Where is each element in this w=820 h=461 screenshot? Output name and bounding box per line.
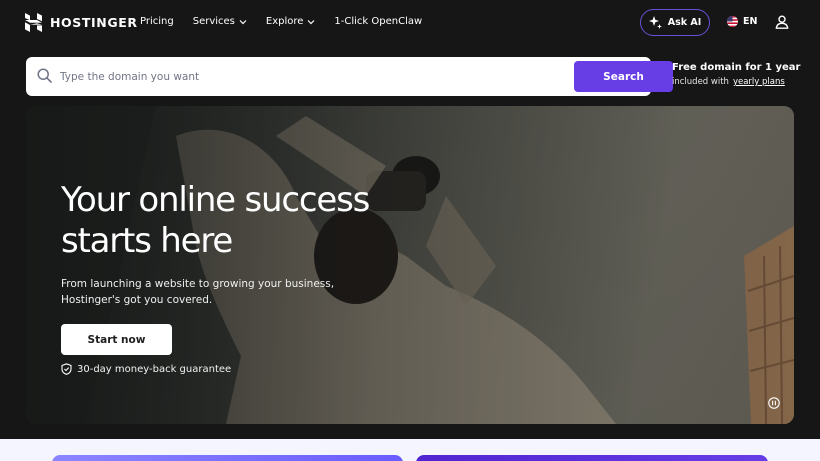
pause-icon[interactable] [768, 397, 780, 409]
site-header: HOSTINGER Pricing Services Explore 1-Cli… [0, 0, 820, 46]
free-domain-promo: Free domain for 1 year included with yea… [672, 62, 812, 87]
hostinger-logo-icon [25, 13, 42, 32]
hero-background-image [26, 106, 794, 424]
yearly-plans-link[interactable]: yearly plans [733, 77, 785, 87]
nav-item-services[interactable]: Services [193, 16, 247, 27]
language-label: EN [743, 16, 758, 27]
ask-ai-label: Ask AI [667, 17, 702, 28]
promo-subtitle: included with yearly plans [672, 77, 812, 87]
shield-check-icon [61, 363, 72, 375]
feature-card[interactable] [52, 455, 403, 461]
feature-card[interactable] [416, 455, 768, 461]
nav-item-label: Services [192, 16, 235, 27]
main-nav: Pricing Services Explore 1-Click OpenCla… [140, 16, 422, 27]
chevron-down-icon [307, 19, 315, 24]
brand-logo[interactable]: HOSTINGER [25, 13, 138, 32]
chevron-down-icon [239, 19, 247, 24]
sparkle-icon [648, 16, 662, 29]
bottom-section [0, 439, 820, 461]
language-selector[interactable]: EN [727, 16, 757, 27]
search-icon [37, 68, 52, 83]
nav-item-label: Explore [265, 16, 304, 27]
promo-subtitle-text: included with [672, 77, 729, 87]
domain-search-bar: Search [26, 57, 673, 96]
us-flag-icon [727, 16, 738, 27]
nav-item-label: 1-Click OpenClaw [334, 16, 423, 27]
promo-title: Free domain for 1 year [672, 62, 801, 73]
hero-title: Your online success starts here [61, 180, 370, 261]
brand-name: HOSTINGER [50, 15, 138, 30]
user-icon[interactable] [775, 15, 789, 29]
nav-item-label: Pricing [140, 16, 174, 27]
hero-banner: Your online success starts here From lau… [26, 106, 794, 424]
search-button[interactable]: Search [574, 61, 673, 92]
guarantee-text: 30-day money-back guarantee [77, 363, 232, 375]
nav-item-explore[interactable]: Explore [266, 16, 316, 27]
nav-item-pricing[interactable]: Pricing [140, 16, 174, 27]
money-back-guarantee: 30-day money-back guarantee [61, 363, 231, 375]
start-now-button[interactable]: Start now [61, 324, 172, 355]
domain-search-input[interactable] [60, 61, 540, 92]
nav-item-openclaw[interactable]: 1-Click OpenClaw [334, 16, 422, 27]
ask-ai-button[interactable]: Ask AI [640, 9, 710, 36]
hero-subtitle: From launching a website to growing your… [61, 278, 335, 306]
